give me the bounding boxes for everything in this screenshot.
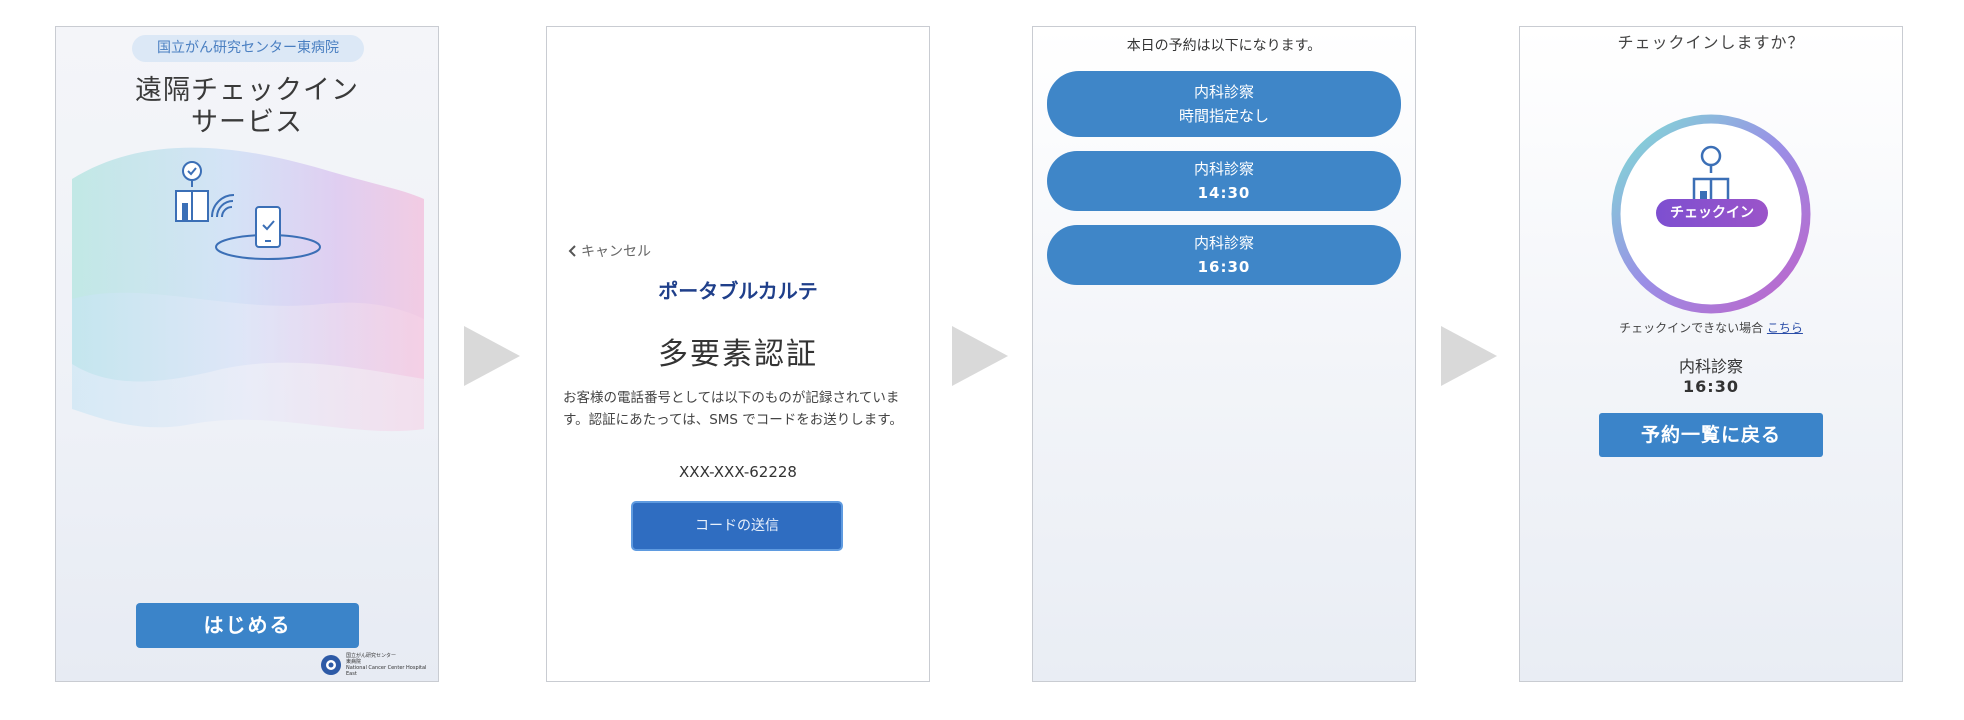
cancel-label: キャンセル [581, 244, 651, 260]
hero-illustration [72, 147, 424, 432]
appointment-department: 内科診察 [1193, 160, 1254, 178]
appointments-screen: 本日の予約は以下になります。 内科診察 時間指定なし 内科診察 14:30 内科… [1032, 26, 1416, 682]
flow-arrow-1 [464, 326, 520, 386]
appointment-item[interactable]: 内科診察 16:30 [1047, 225, 1401, 285]
building-icon [175, 190, 209, 222]
checkin-question: チェックインしますか？ [1617, 33, 1805, 52]
logo-text-line3: National Cancer Center Hospital East [346, 665, 427, 677]
chevron-left-icon [568, 245, 576, 257]
app-brand: ポータブルカルテ [658, 279, 818, 303]
appointment-time: 時間指定なし [1178, 107, 1269, 125]
checkin-help: チェックインできない場合 こちら [1520, 319, 1902, 336]
flow-arrow-3 [1441, 326, 1497, 386]
back-to-list-button[interactable]: 予約一覧に戻る [1599, 413, 1823, 457]
checkin-screen: チェックインしますか？ チェックイン チェックインできない場合 こちら 内科診察… [1519, 26, 1903, 682]
mfa-screen: キャンセル ポータブルカルテ 多要素認証 お客様の電話番号としては以下のものが記… [546, 26, 930, 682]
appointment-department: 内科診察 [1193, 83, 1254, 101]
hospital-logo: 国立がん研究センター 東病院 National Cancer Center Ho… [320, 653, 436, 677]
service-title-line2: サービス [191, 107, 303, 138]
welcome-screen: 国立がん研究センター東病院 遠隔チェックイン サービス はじめる 国立がん研究セ… [55, 26, 439, 682]
service-title: 遠隔チェックイン サービス [56, 75, 438, 139]
hospital-logo-text: 国立がん研究センター 東病院 National Cancer Center Ho… [346, 653, 436, 677]
smartphone-check-icon [255, 206, 281, 248]
page-title: 多要素認証 [658, 337, 818, 372]
appointment-department: 内科診察 [1678, 357, 1743, 376]
flow-arrow-2 [952, 326, 1008, 386]
appointments-header: 本日の予約は以下になります。 [1126, 38, 1322, 54]
hospital-name-pill: 国立がん研究センター東病院 [132, 35, 364, 62]
service-title-line1: 遠隔チェックイン [135, 75, 359, 106]
flow-stage: 国立がん研究センター東病院 遠隔チェックイン サービス はじめる 国立がん研究セ… [0, 0, 1964, 720]
mfa-description: お客様の電話番号としては以下のものが記録されています。認証にあたっては、SMS … [563, 390, 903, 428]
appointment-time: 16:30 [1197, 258, 1251, 276]
appointment-item[interactable]: 内科診察 時間指定なし [1047, 71, 1401, 137]
checkin-help-text: チェックインできない場合 [1619, 321, 1764, 335]
appointment-time: 14:30 [1197, 184, 1251, 202]
checkin-help-link[interactable]: こちら [1767, 321, 1803, 335]
cancel-link[interactable]: キャンセル [567, 241, 651, 261]
checkin-badge[interactable]: チェックイン [1656, 199, 1768, 227]
appointment-item[interactable]: 内科診察 14:30 [1047, 151, 1401, 211]
send-code-button[interactable]: コードの送信 [631, 501, 843, 551]
appointment-department: 内科診察 [1193, 234, 1254, 252]
hospital-emblem-icon [321, 655, 341, 675]
appointment-time: 16:30 [1683, 377, 1739, 396]
masked-phone-number: XXX-XXX-62228 [679, 463, 797, 481]
start-button[interactable]: はじめる [136, 603, 359, 648]
